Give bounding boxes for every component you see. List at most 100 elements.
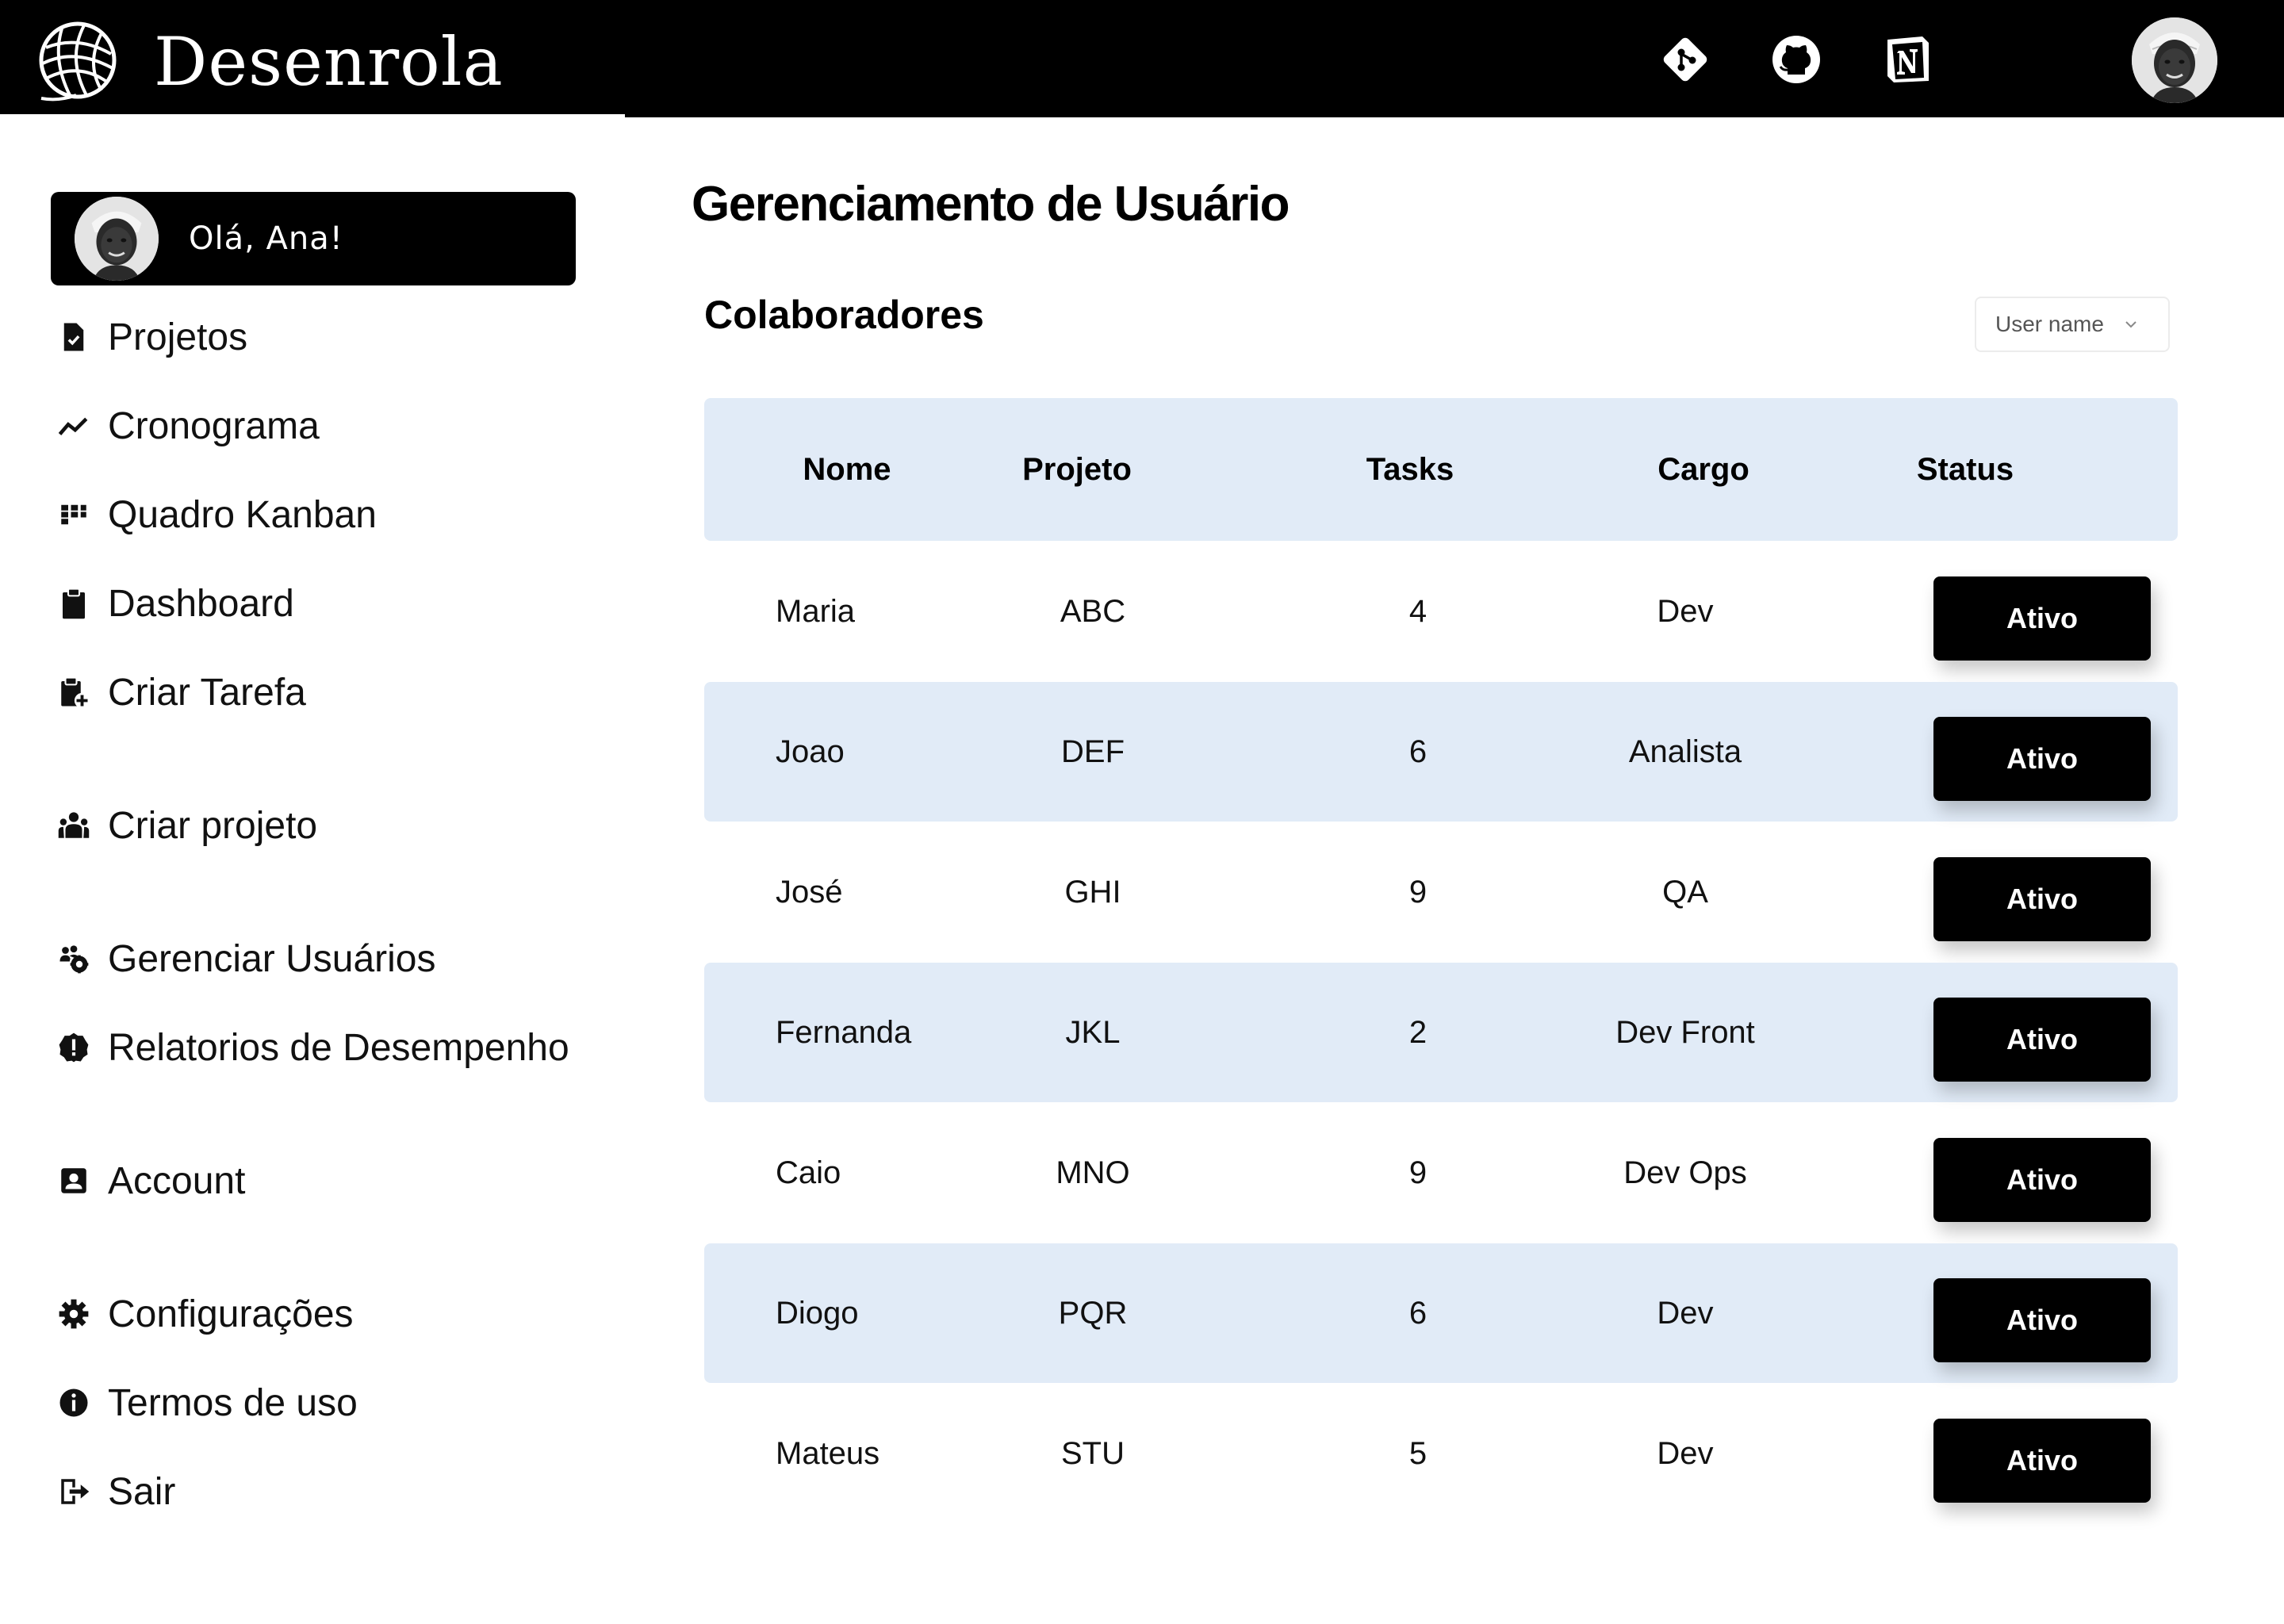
alert-badge-icon xyxy=(56,1029,92,1066)
status-button[interactable]: Ativo xyxy=(1933,1419,2151,1503)
status-button[interactable]: Ativo xyxy=(1933,576,2151,661)
sidebar-item-label: Sair xyxy=(108,1470,176,1513)
status-button[interactable]: Ativo xyxy=(1933,1138,2151,1222)
cell-projeto: ABC xyxy=(1060,593,1126,629)
gear-icon xyxy=(56,1296,92,1332)
sidebar-item-criar-tarefa[interactable]: Criar Tarefa xyxy=(56,665,306,720)
column-header-tasks: Tasks xyxy=(1366,451,1454,487)
status-button[interactable]: Ativo xyxy=(1933,998,2151,1082)
top-bar: Desenrola xyxy=(0,0,2284,117)
cell-projeto: STU xyxy=(1061,1435,1125,1471)
clipboard-plus-icon xyxy=(56,674,92,710)
sidebar-item-label: Configurações xyxy=(108,1293,354,1335)
cell-nome: Fernanda xyxy=(776,1014,912,1050)
sidebar-item-label: Termos de uso xyxy=(108,1381,358,1424)
file-check-icon xyxy=(56,319,92,355)
git-icon[interactable] xyxy=(1657,32,1713,87)
username-filter-select[interactable]: User name xyxy=(1975,297,2170,352)
table-row: Fernanda JKL 2 Dev Front Ativo xyxy=(704,963,2178,1102)
cell-projeto: JKL xyxy=(1065,1014,1121,1050)
github-icon[interactable] xyxy=(1769,32,1824,87)
table-header: Nome Projeto Tasks Cargo Status xyxy=(704,398,2178,541)
table-row: José GHI 9 QA Ativo xyxy=(704,822,2178,962)
cell-nome: Diogo xyxy=(776,1295,859,1331)
table-row: Caio MNO 9 Dev Ops Ativo xyxy=(704,1103,2178,1243)
cell-nome: José xyxy=(776,874,843,910)
user-avatar[interactable] xyxy=(2132,17,2217,103)
notion-icon[interactable] xyxy=(1880,32,1935,87)
sidebar-item-label: Criar projeto xyxy=(108,804,318,847)
column-header-nome: Nome xyxy=(803,451,891,487)
section-title: Colaboradores xyxy=(704,293,984,337)
sidebar-item-relatorios-de-desempenho[interactable]: Relatorios de Desempenho xyxy=(56,1020,569,1075)
cell-tasks: 2 xyxy=(1408,1014,1428,1050)
sidebar-item-label: Account xyxy=(108,1159,246,1202)
table-row: Maria ABC 4 Dev Ativo xyxy=(704,542,2178,681)
status-button[interactable]: Ativo xyxy=(1933,1278,2151,1362)
cell-tasks: 6 xyxy=(1408,1295,1428,1331)
sidebar-item-cronograma[interactable]: Cronograma xyxy=(56,398,320,454)
app-name: Desenrola xyxy=(154,23,504,101)
cell-tasks: 4 xyxy=(1408,593,1428,629)
sidebar-item-label: Criar Tarefa xyxy=(108,671,306,714)
brand[interactable]: Desenrola xyxy=(35,19,504,105)
cell-cargo: Dev Ops xyxy=(1623,1155,1747,1190)
cell-cargo: Dev xyxy=(1657,1295,1714,1331)
cell-projeto: GHI xyxy=(1064,874,1121,910)
team-icon xyxy=(56,807,92,844)
kanban-icon xyxy=(56,496,92,533)
sidebar-item-dashboard[interactable]: Dashboard xyxy=(56,576,294,631)
cell-tasks: 5 xyxy=(1408,1435,1428,1471)
greeting-text: Olá, Ana! xyxy=(189,220,343,257)
topbar-divider xyxy=(0,114,625,117)
info-icon xyxy=(56,1385,92,1421)
sidebar-item-gerenciar-usuarios[interactable]: Gerenciar Usuários xyxy=(56,931,435,986)
cell-cargo: Dev Front xyxy=(1615,1014,1755,1050)
cell-tasks: 6 xyxy=(1408,733,1428,769)
sidebar-item-termos-de-uso[interactable]: Termos de uso xyxy=(56,1375,358,1431)
greeting-avatar xyxy=(75,197,159,281)
status-button[interactable]: Ativo xyxy=(1933,717,2151,801)
users-table: Nome Projeto Tasks Cargo Status Maria AB… xyxy=(704,398,2178,1523)
table-row: Diogo PQR 6 Dev Ativo xyxy=(704,1243,2178,1383)
clipboard-icon xyxy=(56,585,92,622)
chevron-down-icon xyxy=(2121,315,2140,334)
table-row: Joao DEF 6 Analista Ativo xyxy=(704,682,2178,822)
cell-nome: Caio xyxy=(776,1155,841,1190)
sidebar-item-sair[interactable]: Sair xyxy=(56,1464,175,1519)
cell-tasks: 9 xyxy=(1408,1155,1428,1190)
cell-projeto: DEF xyxy=(1061,733,1125,769)
sidebar-item-account[interactable]: Account xyxy=(56,1153,245,1208)
cell-cargo: Dev xyxy=(1657,1435,1714,1471)
sidebar-item-projetos[interactable]: Projetos xyxy=(56,309,247,365)
column-header-status: Status xyxy=(1916,451,2014,487)
cell-projeto: PQR xyxy=(1058,1295,1128,1331)
greeting-card[interactable]: Olá, Ana! xyxy=(51,192,576,285)
trend-line-icon xyxy=(56,408,92,444)
sidebar-item-label: Relatorios de Desempenho xyxy=(108,1026,569,1069)
sidebar-item-label: Projetos xyxy=(108,316,248,358)
cell-nome: Maria xyxy=(776,593,856,629)
users-gear-icon xyxy=(56,940,92,977)
status-button[interactable]: Ativo xyxy=(1933,857,2151,941)
sidebar-item-label: Dashboard xyxy=(108,582,294,625)
account-box-icon xyxy=(56,1162,92,1199)
sidebar-item-label: Quadro Kanban xyxy=(108,493,377,536)
filter-label: User name xyxy=(1995,312,2104,336)
cell-cargo: QA xyxy=(1662,874,1708,910)
column-header-cargo: Cargo xyxy=(1657,451,1749,487)
sidebar-item-label: Cronograma xyxy=(108,404,320,447)
sidebar-item-criar-projeto[interactable]: Criar projeto xyxy=(56,798,317,853)
sidebar-item-configuracoes[interactable]: Configurações xyxy=(56,1286,354,1342)
cell-nome: Joao xyxy=(776,733,845,769)
sidebar-item-quadro-kanban[interactable]: Quadro Kanban xyxy=(56,487,377,542)
cell-cargo: Analista xyxy=(1628,733,1742,769)
sidebar-item-label: Gerenciar Usuários xyxy=(108,937,436,980)
column-header-projeto: Projeto xyxy=(1022,451,1132,487)
cell-nome: Mateus xyxy=(776,1435,880,1471)
page-title: Gerenciamento de Usuário xyxy=(692,177,1290,232)
cell-cargo: Dev xyxy=(1657,593,1714,629)
logout-icon xyxy=(56,1473,92,1510)
cell-projeto: MNO xyxy=(1056,1155,1130,1190)
table-row: Mateus STU 5 Dev Ativo xyxy=(704,1384,2178,1523)
